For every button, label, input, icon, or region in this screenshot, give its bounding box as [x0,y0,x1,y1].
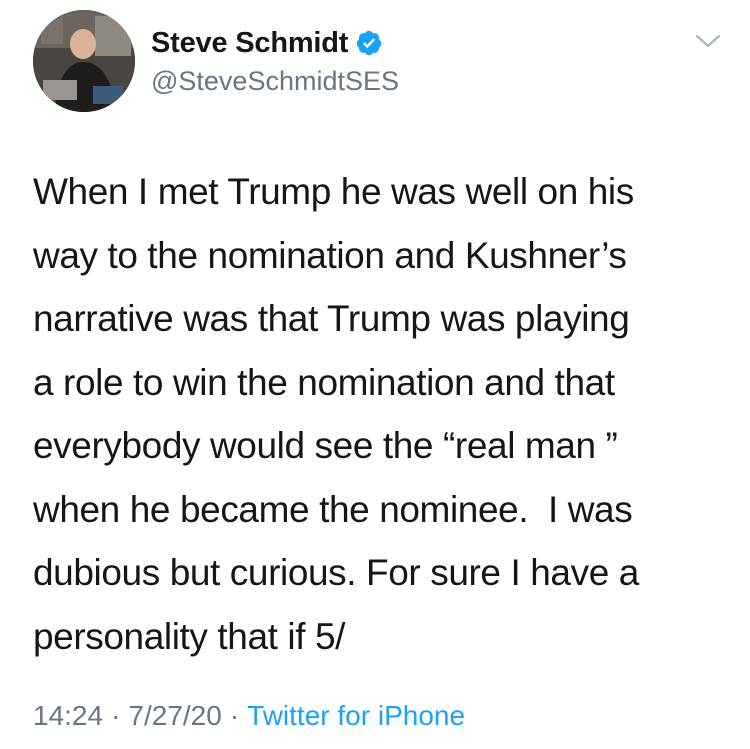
tweet-source-link[interactable]: Twitter for iPhone [247,700,465,732]
tweet-text-line: narrative was that Trump was playing [33,298,630,339]
tweet-text-line: way to the nomination and Kushner’s [33,234,627,276]
tweet-text-line: when he became the nominee. I was [33,488,633,530]
chevron-down-icon[interactable] [693,28,723,52]
tweet-date[interactable]: 7/27/20 [128,700,221,732]
meta-separator: · [111,700,121,731]
tweet-text-line: dubious but curious. For sure I have a [33,552,639,593]
meta-separator: · [229,700,240,731]
author-handle[interactable]: @SteveSchmidtSES [151,66,399,97]
tweet-text-line: When I met Trump he was well on his [33,171,634,212]
tweet-text: When I met Trump he was well on his way … [33,160,733,668]
tweet-text-line: personality that if 5/ [33,615,346,657]
tweet-meta: 14:24 · 7/27/20 · Twitter for iPhone [33,700,465,732]
tweet-time[interactable]: 14:24 [33,700,103,732]
author-display-name[interactable]: Steve Schmidt [151,27,348,60]
verified-badge-icon [355,29,383,57]
tweet-text-line: a role to win the nomination and that [33,361,615,403]
tweet-text-line: everybody would see the “real man ” [33,425,618,466]
author-name-row[interactable]: Steve Schmidt [151,26,383,60]
avatar[interactable] [33,10,135,112]
tweet-card: Steve Schmidt @SteveSchmidtSES When I me… [0,0,750,749]
